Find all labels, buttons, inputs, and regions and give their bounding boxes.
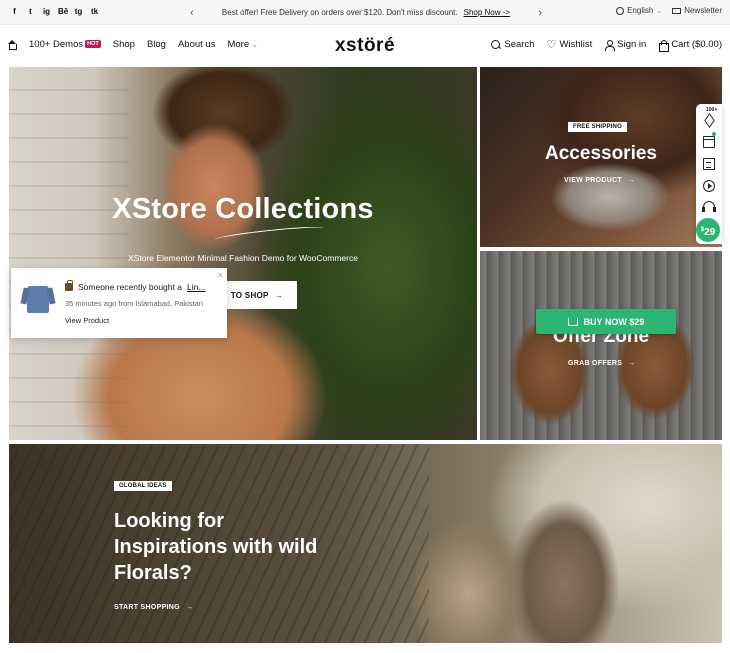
- buy-now-button[interactable]: BUY NOW $29: [536, 309, 676, 334]
- newsletter-label: Newsletter: [684, 6, 722, 15]
- hero-title: XStore Collections: [112, 193, 374, 225]
- banner-title-line: Florals?: [114, 562, 192, 584]
- promo-prev-arrow-icon[interactable]: ‹: [190, 7, 194, 19]
- hero-subtitle: XStore Elementor Minimal Fashion Demo fo…: [128, 253, 358, 263]
- facebook-icon[interactable]: f: [10, 7, 19, 17]
- cart-icon: [567, 317, 578, 326]
- start-shopping-label: START SHOPPING: [114, 604, 180, 611]
- arrow-right-icon: →: [628, 360, 636, 367]
- layers-icon[interactable]: [703, 114, 715, 126]
- globe-icon: [616, 6, 625, 15]
- sign-in-button[interactable]: Sign in: [604, 39, 647, 51]
- banner-title: Looking for Inspirations with wild Flora…: [114, 508, 344, 586]
- heart-icon: ♡: [546, 38, 557, 51]
- sales-notification-popup[interactable]: Someone recently bought a Lin... 35 minu…: [11, 268, 227, 338]
- browser-window-icon[interactable]: [703, 136, 715, 148]
- price-value: 29: [704, 227, 716, 238]
- shirt-image: [27, 286, 49, 313]
- accessories-banner[interactable]: FREE SHIPPING Accessories VIEW PRODUCT →: [480, 67, 722, 247]
- user-icon: [604, 39, 616, 51]
- accessories-title: Accessories: [545, 143, 657, 164]
- arrow-right-icon: →: [274, 290, 283, 300]
- play-icon[interactable]: [703, 180, 715, 192]
- language-selector[interactable]: English ⌄: [616, 6, 662, 15]
- document-icon[interactable]: [703, 158, 715, 170]
- promo-text: Best offer! Free Delivery on orders over…: [221, 8, 458, 17]
- headset-icon[interactable]: [702, 201, 716, 212]
- search-label: Search: [504, 39, 535, 50]
- twitter-icon[interactable]: t: [26, 7, 35, 17]
- offer-zone-banner[interactable]: Offer Zone GRAB OFFERS →: [480, 251, 722, 440]
- view-product-link[interactable]: VIEW PRODUCT →: [564, 177, 635, 184]
- main-header: 100+ Demos HOT Shop Blog About us More ⌄ …: [0, 25, 730, 67]
- banner-title-line: Looking for: [114, 510, 224, 532]
- free-shipping-badge: FREE SHIPPING: [568, 122, 627, 132]
- tiktok-icon[interactable]: tk: [90, 7, 99, 17]
- grab-offers-label: GRAB OFFERS: [568, 360, 623, 367]
- newsletter-link[interactable]: Newsletter: [672, 6, 722, 15]
- floating-side-toolbar: 100+ $29: [696, 104, 722, 244]
- banner-title-line: Inspirations with wild: [114, 536, 318, 558]
- global-ideas-badge: GLOBAL IDEAS: [114, 481, 172, 491]
- start-shopping-link[interactable]: START SHOPPING →: [114, 604, 193, 611]
- notification-time-location: 35 minutes ago from Islamabad, Pakistan: [65, 299, 203, 308]
- shopping-bag-icon: [65, 280, 73, 291]
- mail-icon: [672, 7, 682, 14]
- price-badge[interactable]: $29: [696, 218, 720, 242]
- promo-next-arrow-icon[interactable]: ›: [538, 7, 542, 19]
- florals-banner[interactable]: GLOBAL IDEAS Looking for Inspirations wi…: [9, 444, 722, 643]
- cart-button[interactable]: Cart ($0.00): [658, 39, 722, 52]
- demo-count-label: 100+: [706, 107, 718, 113]
- instagram-icon[interactable]: ig: [42, 7, 51, 17]
- language-label: English: [627, 6, 654, 15]
- header-actions: Search ♡ Wishlist Sign in Cart ($0.00): [491, 39, 722, 52]
- cart-label: Cart ($0.00): [671, 39, 722, 50]
- view-product-label: VIEW PRODUCT: [564, 177, 623, 184]
- search-icon: [491, 39, 501, 50]
- wishlist-label: Wishlist: [559, 39, 593, 50]
- chevron-down-icon: ⌄: [656, 7, 663, 15]
- top-right-menu: English ⌄ Newsletter: [616, 6, 722, 15]
- grab-offers-link[interactable]: GRAB OFFERS →: [568, 360, 636, 367]
- promo-message: Best offer! Free Delivery on orders over…: [222, 8, 510, 17]
- top-bar: f t ig Bē tg tk ‹ Best offer! Free Deliv…: [0, 0, 730, 25]
- arrow-right-icon: →: [628, 177, 636, 184]
- view-product-link[interactable]: View Product: [65, 316, 109, 325]
- notification-text: Someone recently bought a: [78, 282, 182, 292]
- arrow-right-icon: →: [185, 604, 194, 611]
- go-to-shop-label: TO SHOP: [230, 290, 269, 300]
- shop-now-link[interactable]: Shop Now ->: [464, 8, 510, 17]
- title-underline-decoration: [213, 224, 325, 244]
- hero-banner[interactable]: XStore Collections XStore Elementor Mini…: [9, 67, 477, 440]
- product-thumbnail[interactable]: [21, 282, 55, 316]
- shopping-bag-icon: [658, 39, 670, 52]
- buy-now-label: BUY NOW $29: [583, 316, 645, 327]
- social-links: f t ig Bē tg tk: [10, 7, 99, 17]
- sign-in-label: Sign in: [617, 39, 647, 50]
- product-link[interactable]: Lin...: [187, 282, 205, 292]
- close-icon[interactable]: ×: [218, 270, 223, 280]
- notification-message: Someone recently bought a Lin...: [65, 280, 205, 292]
- promo-carousel: ‹ Best offer! Free Delivery on orders ov…: [190, 0, 542, 25]
- behance-icon[interactable]: Bē: [58, 7, 68, 17]
- telegram-icon[interactable]: tg: [74, 7, 83, 17]
- wishlist-button[interactable]: ♡ Wishlist: [547, 39, 593, 50]
- search-button[interactable]: Search: [491, 39, 535, 50]
